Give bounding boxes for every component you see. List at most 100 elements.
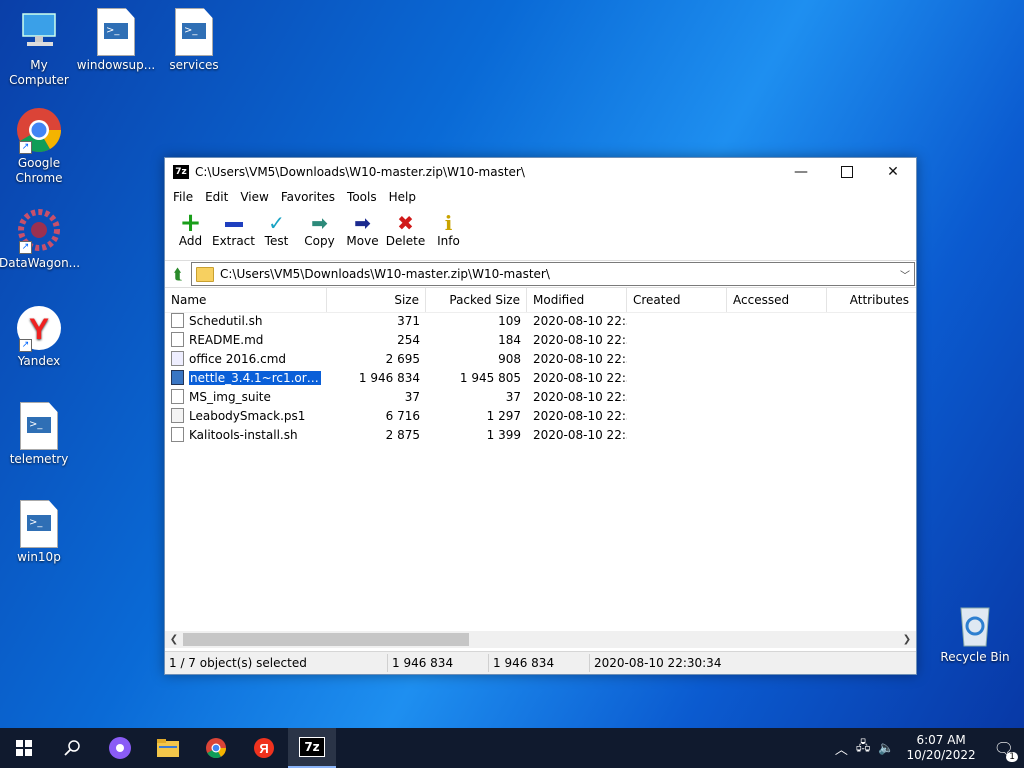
scroll-track[interactable] <box>183 633 898 646</box>
network-icon[interactable]: 🖧 <box>852 737 875 759</box>
add-button[interactable]: + Add <box>169 208 212 248</box>
recycle-bin-icon <box>951 600 999 648</box>
desktop-icon-win10p[interactable]: >_ win10p <box>0 500 79 565</box>
extract-button[interactable]: Extract <box>212 208 255 248</box>
desktop-icon-telemetry[interactable]: >_ telemetry <box>0 402 79 467</box>
table-row-selected[interactable]: nettle_3.4.1~rc1.orig.tar.... 1 946 834 … <box>165 368 916 387</box>
column-header-modified[interactable]: Modified <box>527 288 627 312</box>
file-icon <box>171 427 184 442</box>
info-button[interactable]: i Info <box>427 208 470 248</box>
menu-view[interactable]: View <box>234 190 274 204</box>
powershell-file-icon: >_ <box>15 402 63 450</box>
check-icon: ✓ <box>268 211 285 235</box>
delete-button[interactable]: ✖ Delete <box>384 208 427 248</box>
scroll-left-icon[interactable]: ❮ <box>165 634 183 645</box>
system-tray: ︿ 🖧 🔈 6:07 AM 10/20/2022 🗨 1 <box>831 728 1024 768</box>
menu-file[interactable]: File <box>167 190 199 204</box>
status-selection: 1 / 7 object(s) selected <box>165 654 388 672</box>
menu-favorites[interactable]: Favorites <box>275 190 341 204</box>
maximize-button[interactable] <box>824 158 870 186</box>
close-button[interactable]: ✕ <box>870 158 916 186</box>
menu-edit[interactable]: Edit <box>199 190 234 204</box>
alice-assistant-icon <box>109 737 131 759</box>
move-arrow-icon: ➡ <box>354 211 371 235</box>
taskbar-file-explorer[interactable] <box>144 728 192 768</box>
chevron-down-icon[interactable]: ﹀ <box>896 267 914 282</box>
column-header-size[interactable]: Size <box>327 288 426 312</box>
file-size: 2 875 <box>385 427 420 442</box>
desktop-icon-label: telemetry <box>9 452 69 466</box>
address-field[interactable]: C:\Users\VM5\Downloads\W10-master.zip\W1… <box>191 262 915 286</box>
desktop-icon-label: win10p <box>17 550 61 564</box>
start-button[interactable] <box>0 728 48 768</box>
desktop-icon-label: Google Chrome <box>15 156 63 185</box>
info-button-label: Info <box>437 234 460 248</box>
desktop-icon-datawagon[interactable]: ↗ DataWagon... <box>0 206 81 271</box>
file-packed-size: 1 945 805 <box>459 370 521 385</box>
desktop-icon-yandex[interactable]: Y ↗ Yandex <box>0 304 79 369</box>
taskbar-yandex[interactable]: Я <box>240 728 288 768</box>
column-header-attributes[interactable]: Attributes <box>827 288 915 312</box>
clock[interactable]: 6:07 AM 10/20/2022 <box>899 733 984 763</box>
desktop-icon-my-computer[interactable]: My Computer <box>0 8 79 88</box>
7zip-app-icon: 7z <box>173 165 189 179</box>
notification-button[interactable]: 🗨 1 <box>984 739 1024 762</box>
copy-button-label: Copy <box>304 234 335 248</box>
menu-tools[interactable]: Tools <box>341 190 383 204</box>
scroll-right-icon[interactable]: ❯ <box>898 634 916 645</box>
toolbar: + Add Extract ✓ Test ➡ Copy ➡ Move ✖ Del… <box>165 208 916 261</box>
desktop-icon-windowsup[interactable]: >_ windowsup... <box>76 8 156 73</box>
desktop-icon-label: My Computer <box>9 58 69 87</box>
taskbar-7zip[interactable]: 7z <box>288 728 336 768</box>
test-button[interactable]: ✓ Test <box>255 208 298 248</box>
file-icon <box>171 389 184 404</box>
window-title: C:\Users\VM5\Downloads\W10-master.zip\W1… <box>195 165 525 179</box>
delete-x-icon: ✖ <box>397 211 414 235</box>
volume-icon[interactable]: 🔈 <box>874 741 898 756</box>
table-row[interactable]: office 2016.cmd 2 695 908 2020-08-10 22:… <box>165 349 916 368</box>
desktop-icon-services[interactable]: >_ services <box>154 8 234 73</box>
desktop-icon-chrome[interactable]: ↗ Google Chrome <box>0 106 79 186</box>
menu-help[interactable]: Help <box>383 190 422 204</box>
file-packed-size: 1 399 <box>486 427 521 442</box>
column-header-accessed[interactable]: Accessed <box>727 288 827 312</box>
column-header-packed-size[interactable]: Packed Size <box>426 288 527 312</box>
up-folder-button[interactable]: ⮬ <box>165 265 191 283</box>
file-packed-size: 37 <box>505 389 521 404</box>
powershell-file-icon: >_ <box>15 500 63 548</box>
file-size: 37 <box>404 389 420 404</box>
status-packed-size: 1 946 834 <box>489 654 590 672</box>
table-row[interactable]: LeabodySmack.ps1 6 716 1 297 2020-08-10 … <box>165 406 916 425</box>
horizontal-scrollbar[interactable]: ❮ ❯ <box>165 631 916 648</box>
file-name: MS_img_suite <box>189 389 271 404</box>
column-header-created[interactable]: Created <box>627 288 727 312</box>
title-bar[interactable]: 7z C:\Users\VM5\Downloads\W10-master.zip… <box>165 158 916 186</box>
move-button[interactable]: ➡ Move <box>341 208 384 248</box>
table-row[interactable]: MS_img_suite 37 37 2020-08-10 22:30 <box>165 387 916 406</box>
minus-icon <box>212 212 255 234</box>
notification-count: 1 <box>1006 751 1018 762</box>
table-row[interactable]: Schedutil.sh 371 109 2020-08-10 22:30 <box>165 311 916 330</box>
clock-date: 10/20/2022 <box>906 748 976 762</box>
scroll-thumb[interactable] <box>183 633 469 646</box>
minimize-icon: — <box>794 164 808 180</box>
file-size: 1 946 834 <box>358 370 420 385</box>
copy-button[interactable]: ➡ Copy <box>298 208 341 248</box>
taskbar-alice[interactable] <box>96 728 144 768</box>
column-header-name[interactable]: Name <box>165 288 327 312</box>
table-row[interactable]: Kalitools-install.sh 2 875 1 399 2020-08… <box>165 425 916 444</box>
chevron-up-icon[interactable]: ︿ <box>831 739 852 758</box>
minimize-button[interactable]: — <box>778 158 824 186</box>
desktop-icon-label: services <box>169 58 219 72</box>
file-modified: 2020-08-10 22:30 <box>533 408 627 423</box>
file-modified: 2020-08-10 22:30 <box>533 332 627 347</box>
search-button[interactable] <box>48 728 96 768</box>
desktop-icon-label: DataWagon... <box>0 256 81 270</box>
table-row[interactable]: README.md 254 184 2020-08-10 22:30 <box>165 330 916 349</box>
archive-file-icon <box>171 370 184 385</box>
desktop-icon-recycle-bin[interactable]: Recycle Bin <box>935 600 1015 665</box>
powershell-script-icon <box>171 408 184 423</box>
taskbar-chrome[interactable] <box>192 728 240 768</box>
yandex-browser-icon: Я <box>254 738 274 758</box>
desktop-icon-label: Recycle Bin <box>940 650 1010 664</box>
